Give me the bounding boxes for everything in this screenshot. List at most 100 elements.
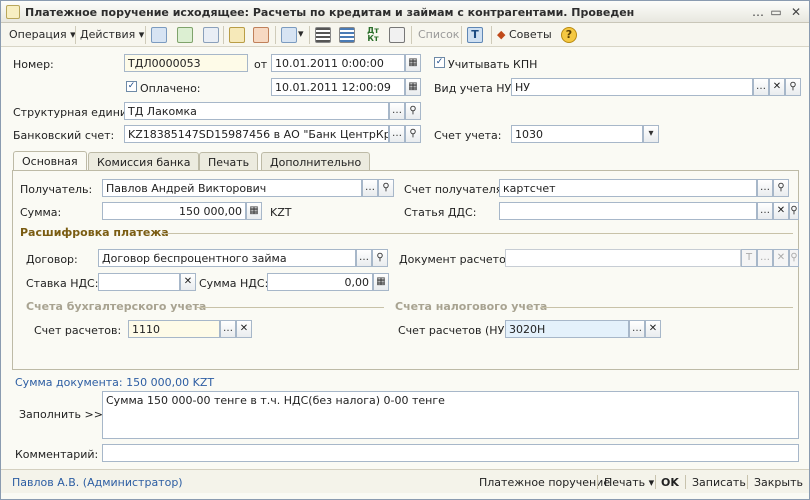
select-button[interactable]: …	[356, 249, 372, 267]
clear-icon[interactable]: ✕	[645, 320, 661, 338]
separator	[75, 26, 76, 44]
bank-field[interactable]: KZ18385147SD15987456 в АО "Банк ЦентрКре…	[124, 125, 389, 143]
chevron-down-icon[interactable]: ▾	[298, 27, 304, 40]
tab-print[interactable]: Печать	[199, 152, 259, 171]
help-icon[interactable]: ?	[561, 27, 577, 43]
operation-menu[interactable]: Операция ▾	[9, 28, 76, 41]
calculator-icon[interactable]: ▦	[246, 202, 262, 220]
clear-icon[interactable]: ✕	[180, 273, 196, 291]
recipient-account-field[interactable]: картсчет	[499, 179, 757, 197]
separator	[461, 26, 462, 44]
search-icon[interactable]: ⚲	[789, 249, 799, 267]
unit-field[interactable]: ТД Лакомка	[124, 102, 389, 120]
select-button[interactable]: …	[757, 179, 773, 197]
actions-menu[interactable]: Действия ▾	[80, 28, 144, 41]
vat-rate-field[interactable]	[98, 273, 180, 291]
number-field[interactable]: ТДЛ0000053	[124, 54, 248, 72]
search-icon[interactable]: ⚲	[372, 249, 388, 267]
kpn-checkbox[interactable]: ✓	[434, 57, 445, 68]
account-field[interactable]: 1030	[511, 125, 643, 143]
select-button[interactable]: …	[757, 202, 773, 220]
accounting-accounts-header: Счета бухгалтерского учета	[26, 300, 207, 313]
dds-field[interactable]	[499, 202, 757, 220]
refresh-icon[interactable]	[177, 27, 193, 43]
contract-field[interactable]: Договор беспроцентного займа	[98, 249, 356, 267]
structure-icon[interactable]	[315, 27, 331, 43]
paid-checkbox[interactable]: ✓	[126, 81, 137, 92]
sum-field[interactable]: 150 000,00	[102, 202, 246, 220]
vat-sum-field[interactable]: 0,00	[267, 273, 373, 291]
select-button[interactable]: …	[757, 249, 773, 267]
select-button[interactable]: …	[753, 78, 769, 96]
close-window-button[interactable]: ✕	[789, 5, 803, 19]
close-button[interactable]: Закрыть	[754, 476, 803, 489]
clear-icon[interactable]: ✕	[773, 202, 789, 220]
search-icon[interactable]: ⚲	[405, 125, 421, 143]
select-button[interactable]: …	[389, 125, 405, 143]
select-button[interactable]: …	[220, 320, 236, 338]
calendar-icon[interactable]: ▦	[405, 78, 421, 96]
search-icon[interactable]: ⚲	[378, 179, 394, 197]
calculator-icon[interactable]: ▦	[373, 273, 389, 291]
recipient-field[interactable]: Павлов Андрей Викторович	[102, 179, 362, 197]
list-button[interactable]: Список	[418, 28, 459, 41]
tab-main[interactable]: Основная	[13, 151, 87, 171]
recipient-label: Получатель:	[20, 183, 93, 196]
report-icon[interactable]	[389, 27, 405, 43]
comment-field[interactable]	[102, 444, 799, 462]
post-icon[interactable]	[151, 27, 167, 43]
vat-rate-label: Ставка НДС:	[26, 277, 99, 290]
payment-order-button[interactable]: Платежное поручение	[479, 476, 610, 489]
search-icon[interactable]: ⚲	[773, 179, 789, 197]
tab-bank-commission[interactable]: Комиссия банка	[88, 152, 200, 171]
clear-icon[interactable]: ✕	[236, 320, 252, 338]
current-user: Павлов А.В. (Администратор)	[12, 476, 183, 489]
checklist-icon[interactable]	[339, 27, 355, 43]
settle-document-field[interactable]	[505, 249, 741, 267]
add-document-icon[interactable]	[229, 27, 245, 43]
settle-account-nu-field[interactable]: 3020Н	[505, 320, 629, 338]
print-button[interactable]: Печать ▾	[604, 476, 654, 489]
based-on-icon[interactable]	[281, 27, 297, 43]
minimize-button[interactable]: ▭	[769, 5, 783, 19]
date-field[interactable]: 10.01.2011 0:00:00	[271, 54, 405, 72]
delete-document-icon[interactable]	[253, 27, 269, 43]
tips-label: Советы	[508, 28, 552, 41]
copy-icon[interactable]	[203, 27, 219, 43]
select-button[interactable]: …	[362, 179, 378, 197]
separator	[223, 26, 224, 44]
separator	[685, 475, 686, 489]
toolbar: Операция ▾ Действия ▾ ▾ Дт Кт Список T ◆ …	[1, 23, 809, 47]
chevron-down-icon[interactable]: ▾	[643, 125, 659, 143]
settle-account-field[interactable]: 1110	[128, 320, 220, 338]
select-button[interactable]: …	[389, 102, 405, 120]
fill-button[interactable]: Заполнить >> ▾	[19, 408, 112, 421]
search-icon[interactable]: ⚲	[789, 202, 799, 220]
save-button[interactable]: Записать	[692, 476, 746, 489]
dds-label: Статья ДДС:	[404, 206, 477, 219]
tree-icon[interactable]: T	[467, 27, 483, 43]
nu-type-field[interactable]: НУ	[511, 78, 753, 96]
debit-credit-icon[interactable]: Дт Кт	[365, 27, 381, 43]
sum-label: Сумма:	[20, 206, 62, 219]
payment-purpose-field[interactable]: Сумма 150 000-00 тенге в т.ч. НДС(без на…	[102, 391, 799, 439]
search-icon[interactable]: ⚲	[785, 78, 801, 96]
clear-icon[interactable]: ✕	[769, 78, 785, 96]
divider	[541, 307, 793, 308]
kpn-label: Учитывать КПН	[448, 58, 538, 71]
tab-additional[interactable]: Дополнительно	[261, 152, 371, 171]
calendar-icon[interactable]: ▦	[405, 54, 421, 72]
document-sum-text: Сумма документа: 150 000,00 KZT	[15, 376, 215, 389]
ok-button[interactable]: OK	[661, 476, 679, 489]
type-icon[interactable]: T	[741, 249, 757, 267]
paid-date-field[interactable]: 10.01.2011 12:00:09	[271, 78, 405, 96]
currency-label: KZT	[270, 206, 292, 219]
select-button[interactable]: …	[629, 320, 645, 338]
tips-button[interactable]: ◆ Советы	[497, 28, 552, 41]
help-window-icon[interactable]: …	[751, 5, 765, 19]
separator	[747, 475, 748, 489]
clear-icon[interactable]: ✕	[773, 249, 789, 267]
separator	[597, 475, 598, 489]
tips-icon: ◆	[497, 28, 506, 41]
search-icon[interactable]: ⚲	[405, 102, 421, 120]
